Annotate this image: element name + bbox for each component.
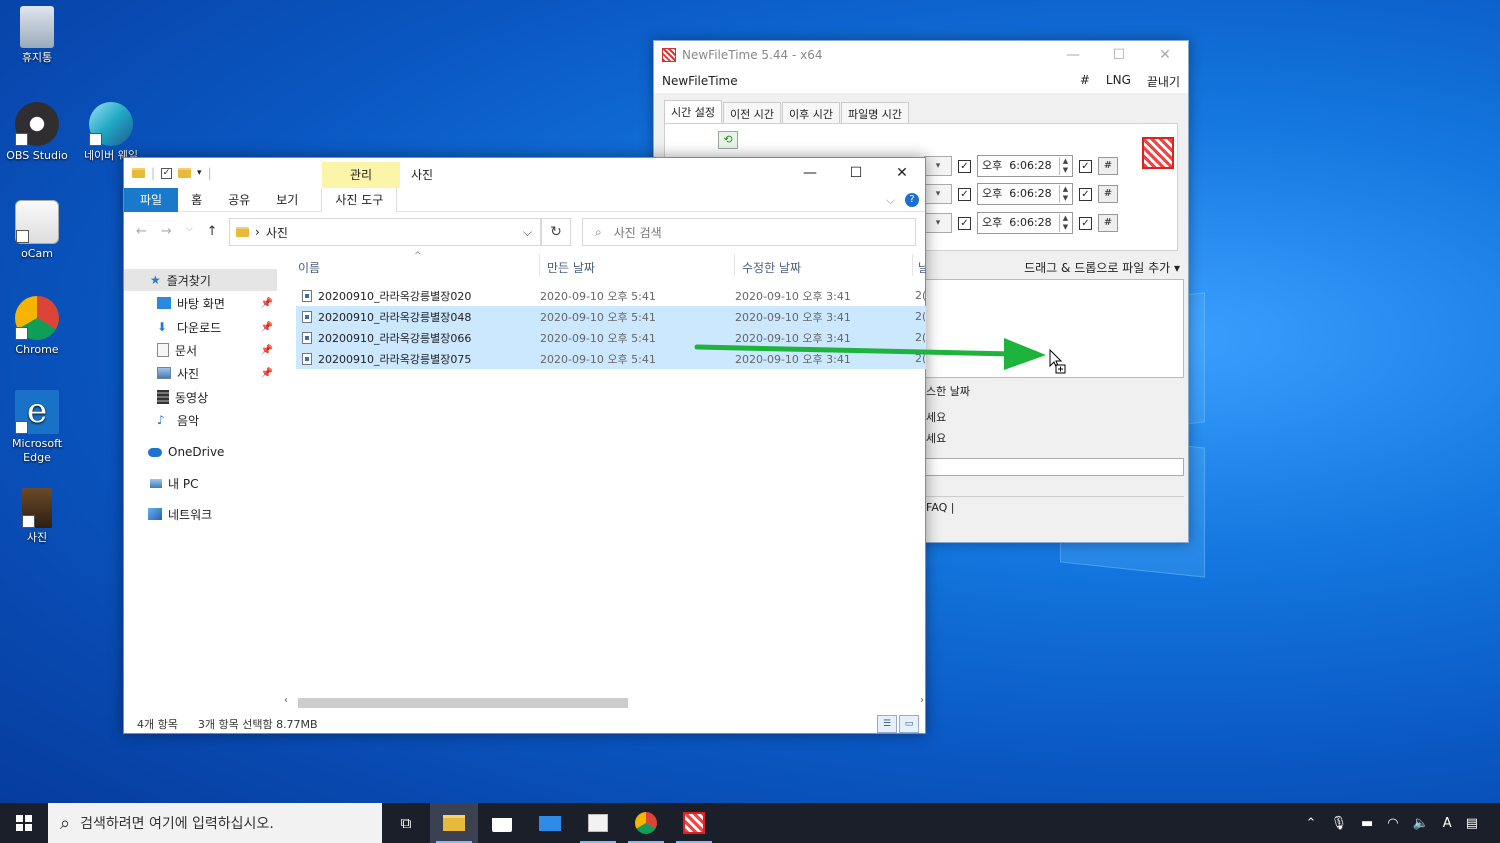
taskbar-search-input[interactable]: ⌕ 검색하려면 여기에 입력하십시오. [48, 803, 382, 843]
task-view-button[interactable]: ⧉ [382, 803, 430, 843]
chrome-icon [635, 812, 657, 834]
input-method-indicator[interactable]: A [1443, 816, 1452, 831]
network-wifi-icon[interactable]: ◠ [1387, 816, 1398, 831]
drag-arrow-overlay [694, 338, 1066, 374]
store-bag-icon [492, 814, 512, 832]
taskbar-search-placeholder: 검색하려면 여기에 입력하십시오. [80, 816, 274, 832]
taskbar-file-explorer[interactable] [430, 803, 478, 843]
system-tray: ⌃ 🎙 ▬ ◠ 🔈 A ▤ [1306, 816, 1500, 831]
drag-arrow-head [1004, 338, 1046, 370]
start-button[interactable] [0, 803, 48, 843]
volume-icon[interactable]: 🔈 [1413, 816, 1429, 831]
taskbar-ocam[interactable] [574, 803, 622, 843]
show-hidden-icons-chevron-up-icon[interactable]: ⌃ [1306, 816, 1317, 831]
taskbar-chrome[interactable] [622, 803, 670, 843]
microphone-icon[interactable]: 🎙 [1330, 816, 1347, 831]
battery-icon[interactable]: ▬ [1361, 816, 1373, 831]
newfiletime-icon [683, 812, 705, 834]
taskbar: ⌕ 검색하려면 여기에 입력하십시오. ⧉ ⌃ 🎙 ▬ ◠ 🔈 A ▤ [0, 803, 1500, 843]
drag-copy-cursor-icon [1049, 348, 1066, 374]
taskbar-mail[interactable] [526, 803, 574, 843]
notifications-icon[interactable]: ▤ [1466, 816, 1478, 831]
taskbar-newfiletime[interactable] [670, 803, 718, 843]
drag-arrow-line [694, 344, 1015, 357]
file-explorer-icon [443, 815, 465, 831]
search-icon: ⌕ [60, 812, 71, 834]
taskbar-store[interactable] [478, 803, 526, 843]
windows-logo-icon [16, 815, 32, 831]
ocam-icon [588, 814, 608, 832]
task-view-icon: ⧉ [400, 814, 412, 832]
mail-icon [539, 815, 561, 831]
